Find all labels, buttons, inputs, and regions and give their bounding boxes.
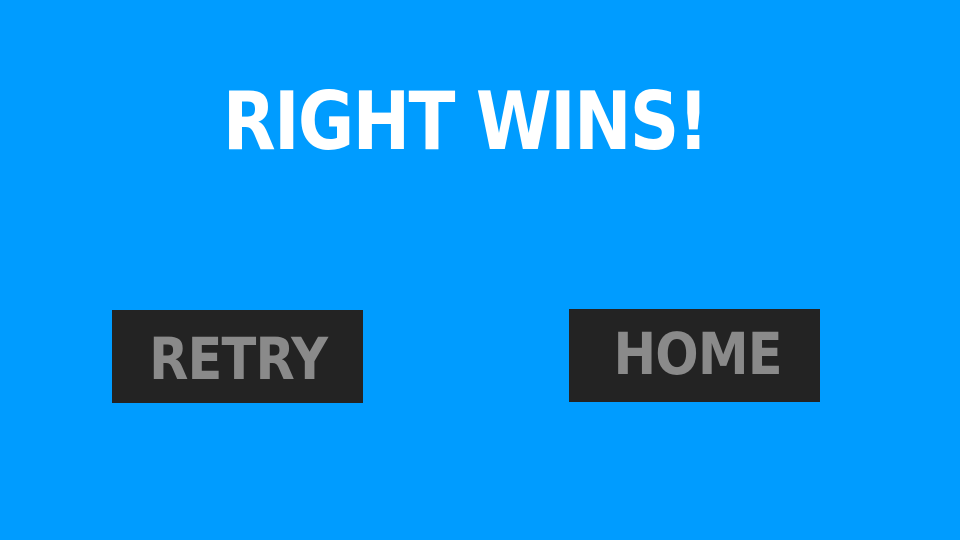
home-button-label: HOME — [613, 319, 782, 388]
retry-button[interactable]: RETRY — [112, 310, 363, 403]
winner-title: RIGHT WINS! — [222, 75, 709, 168]
game-over-screen: RIGHT WINS! RETRY HOME — [0, 0, 960, 540]
home-button[interactable]: HOME — [569, 309, 820, 402]
retry-button-label: RETRY — [149, 324, 328, 393]
